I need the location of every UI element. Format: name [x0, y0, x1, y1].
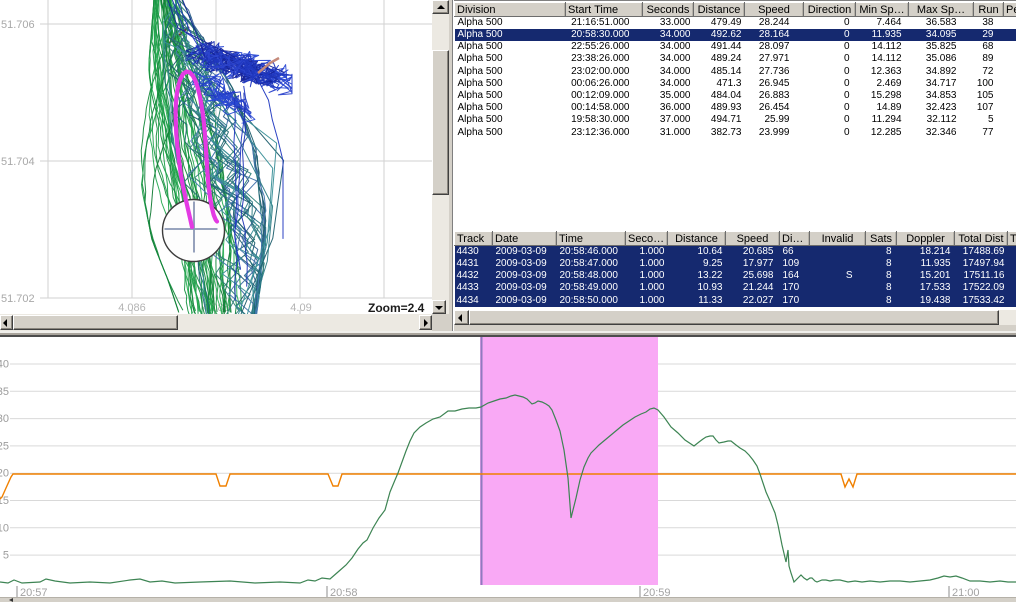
svg-text:51.706: 51.706	[1, 19, 35, 31]
svg-text:51.704: 51.704	[1, 156, 35, 168]
svg-text:20: 20	[0, 468, 9, 480]
svg-text:30: 30	[0, 413, 9, 425]
svg-text:51.702: 51.702	[1, 293, 35, 305]
svg-text:25: 25	[0, 440, 9, 452]
svg-text:5: 5	[3, 550, 9, 562]
svg-text:4.09: 4.09	[290, 302, 311, 314]
svg-text:40: 40	[0, 359, 9, 371]
svg-text:10: 10	[0, 522, 9, 534]
svg-text:35: 35	[0, 386, 9, 398]
svg-text:4.086: 4.086	[118, 302, 146, 314]
